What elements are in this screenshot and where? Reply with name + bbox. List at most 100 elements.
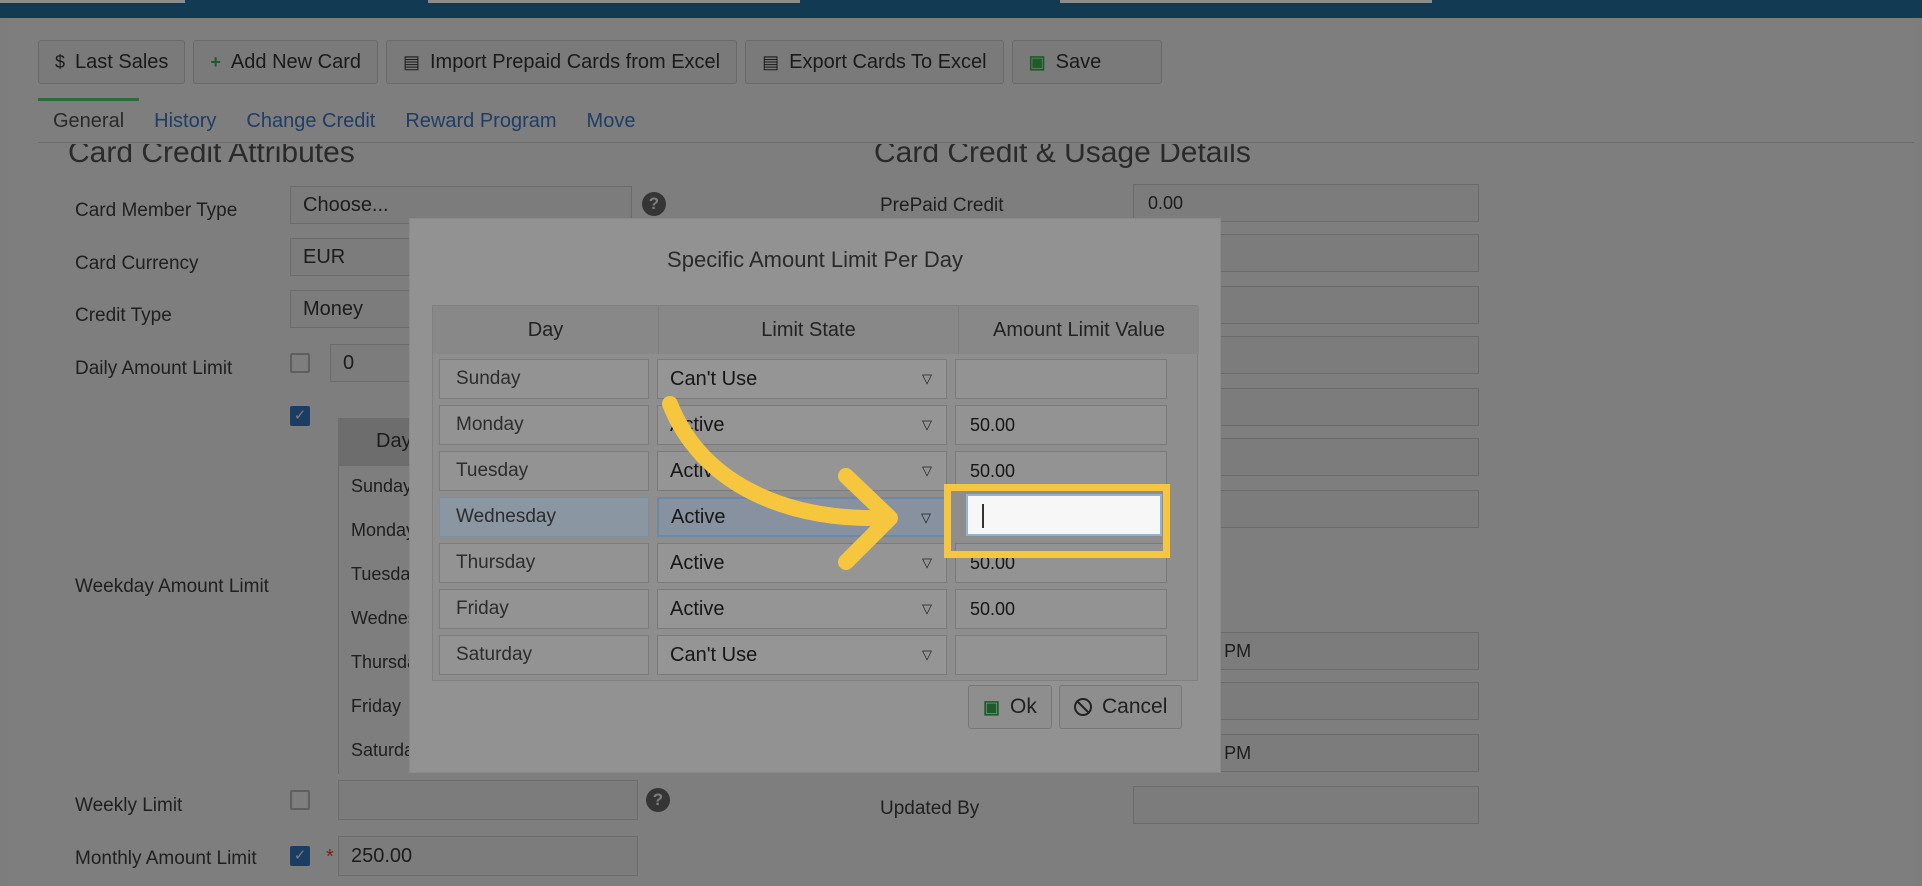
daily-amount-limit-label: Daily Amount Limit bbox=[75, 358, 233, 379]
day-cell: Tuesday bbox=[439, 451, 649, 491]
caret-down-icon: ▽ bbox=[921, 510, 931, 525]
checkbox-checked-icon[interactable]: ✓ bbox=[290, 846, 310, 866]
import-excel-button[interactable]: ▤ Import Prepaid Cards from Excel bbox=[385, 40, 738, 84]
table-row: Monday Active ▽ 50.00 bbox=[433, 402, 1199, 448]
add-new-card-label: Add New Card bbox=[230, 50, 361, 73]
limit-state-select[interactable]: Active ▽ bbox=[657, 451, 947, 491]
caret-down-icon: ▽ bbox=[922, 647, 932, 662]
limit-state-select[interactable]: Can't Use ▽ bbox=[657, 359, 947, 399]
cancel-label: Cancel bbox=[1102, 695, 1168, 718]
limit-state-value: Active bbox=[670, 597, 725, 620]
monthly-amount-limit-input[interactable]: 250.00 bbox=[338, 836, 638, 876]
ok-label: Ok bbox=[1010, 695, 1037, 718]
day-cell: Thursday bbox=[439, 543, 649, 583]
import-excel-label: Import Prepaid Cards from Excel bbox=[430, 50, 721, 73]
limit-state-select[interactable]: Active ▽ bbox=[657, 589, 947, 629]
save-icon: ▣ bbox=[983, 696, 1001, 717]
help-icon[interactable]: ? bbox=[642, 192, 666, 216]
dialog-title: Specific Amount Limit Per Day bbox=[667, 247, 963, 272]
monthly-amount-limit-label: Monthly Amount Limit bbox=[75, 848, 257, 869]
card-credit-attributes-title: Card Credit Attributes bbox=[68, 144, 355, 169]
ok-button[interactable]: ▣ Ok bbox=[968, 685, 1052, 729]
credit-type-value: Money bbox=[303, 297, 364, 320]
updated-by-label: Updated By bbox=[880, 798, 980, 819]
limit-state-select[interactable]: Active ▽ bbox=[657, 405, 947, 445]
limit-state-select[interactable]: Can't Use ▽ bbox=[657, 635, 947, 675]
weekly-limit-label: Weekly Limit bbox=[75, 795, 183, 816]
amount-limit-input[interactable]: 50.00 bbox=[955, 589, 1167, 629]
export-excel-label: Export Cards To Excel bbox=[789, 50, 987, 73]
caret-down-icon: ▽ bbox=[922, 555, 932, 570]
table-row: Saturday Can't Use ▽ bbox=[433, 632, 1199, 678]
tab-history[interactable]: History bbox=[139, 98, 231, 142]
help-icon[interactable]: ? bbox=[646, 788, 670, 812]
checkbox-checked-icon[interactable]: ✓ bbox=[290, 406, 310, 426]
prepaid-credit-input[interactable]: 0.00 bbox=[1133, 184, 1479, 222]
tab-general[interactable]: General bbox=[38, 98, 140, 142]
amount-limit-input[interactable] bbox=[955, 635, 1167, 675]
top-nav-slot[interactable] bbox=[428, 0, 800, 3]
add-new-card-button[interactable]: + Add New Card bbox=[193, 40, 378, 84]
day-cell: Sunday bbox=[439, 359, 649, 399]
daily-amount-limit-value: 0 bbox=[343, 351, 355, 374]
grid-header: Day Limit State Amount Limit Value bbox=[433, 306, 1199, 354]
file-export-icon: ▤ bbox=[762, 51, 780, 72]
top-nav-slot[interactable] bbox=[0, 0, 185, 3]
table-row: Sunday Can't Use ▽ bbox=[433, 356, 1199, 402]
save-icon: ▣ bbox=[1028, 51, 1046, 72]
card-member-type-value: Choose... bbox=[303, 193, 389, 216]
tab-reward-program[interactable]: Reward Program bbox=[390, 98, 571, 142]
tab-bar: General History Change Credit Reward Pro… bbox=[38, 98, 650, 142]
focus-highlight-box bbox=[944, 484, 1170, 558]
column-header-amount-limit: Amount Limit Value bbox=[993, 318, 1165, 341]
amount-limit-input[interactable]: 50.00 bbox=[955, 405, 1167, 445]
limit-state-select[interactable]: Active ▽ bbox=[657, 497, 947, 537]
tab-divider bbox=[38, 142, 1914, 143]
top-navigation-bar bbox=[0, 0, 1922, 18]
weekly-limit-checkbox[interactable] bbox=[290, 790, 310, 810]
monthly-amount-limit-value: 250.00 bbox=[351, 844, 413, 867]
limit-state-value: Active bbox=[671, 505, 726, 528]
plus-icon: + bbox=[210, 51, 221, 72]
last-sales-button[interactable]: $ Last Sales bbox=[38, 40, 186, 84]
cancel-button[interactable]: Cancel bbox=[1059, 685, 1183, 729]
card-currency-label: Card Currency bbox=[75, 253, 199, 274]
limit-state-value: Active bbox=[670, 459, 725, 482]
limit-state-value: Can't Use bbox=[670, 643, 758, 666]
tab-change-credit[interactable]: Change Credit bbox=[231, 98, 390, 142]
day-cell: Friday bbox=[439, 589, 649, 629]
updated-by-input[interactable] bbox=[1133, 786, 1479, 824]
amount-limit-input[interactable] bbox=[955, 359, 1167, 399]
toolbar: $ Last Sales + Add New Card ▤ Import Pre… bbox=[38, 40, 1162, 86]
export-excel-button[interactable]: ▤ Export Cards To Excel bbox=[745, 40, 1004, 84]
day-cell: Monday bbox=[439, 405, 649, 445]
prepaid-credit-label: PrePaid Credit bbox=[880, 195, 1004, 216]
daily-amount-limit-checkbox[interactable] bbox=[290, 353, 310, 373]
caret-down-icon: ▽ bbox=[922, 417, 932, 432]
card-credit-usage-title: Card Credit & Usage Details bbox=[874, 144, 1251, 169]
file-import-icon: ▤ bbox=[402, 51, 420, 72]
daily-amount-limit-input[interactable]: 0 bbox=[330, 344, 420, 382]
weekly-limit-input[interactable] bbox=[338, 780, 638, 820]
day-cell: Wednesday bbox=[439, 497, 649, 537]
save-button[interactable]: ▣ Save bbox=[1011, 40, 1162, 84]
save-label: Save bbox=[1055, 50, 1102, 73]
limit-state-value: Can't Use bbox=[670, 367, 758, 390]
card-member-type-label: Card Member Type bbox=[75, 200, 238, 221]
column-header-day: Day bbox=[433, 306, 659, 354]
tab-move[interactable]: Move bbox=[572, 98, 651, 142]
day-cell: Saturday bbox=[439, 635, 649, 675]
top-nav-slot[interactable] bbox=[1060, 0, 1432, 3]
prepaid-credit-value: 0.00 bbox=[1148, 192, 1184, 213]
limit-state-value: Active bbox=[670, 551, 725, 574]
weekday-amount-limit-label: Weekday Amount Limit bbox=[75, 576, 269, 597]
last-sales-label: Last Sales bbox=[75, 50, 169, 73]
caret-down-icon: ▽ bbox=[922, 371, 932, 386]
limit-state-value: Active bbox=[670, 413, 725, 436]
cancel-icon bbox=[1074, 698, 1092, 716]
limit-state-select[interactable]: Active ▽ bbox=[657, 543, 947, 583]
column-header-limit-state: Limit State bbox=[659, 306, 959, 354]
table-row: Friday Active ▽ 50.00 bbox=[433, 586, 1199, 632]
card-currency-select[interactable]: EUR bbox=[290, 238, 420, 276]
credit-type-select[interactable]: Money bbox=[290, 290, 420, 328]
